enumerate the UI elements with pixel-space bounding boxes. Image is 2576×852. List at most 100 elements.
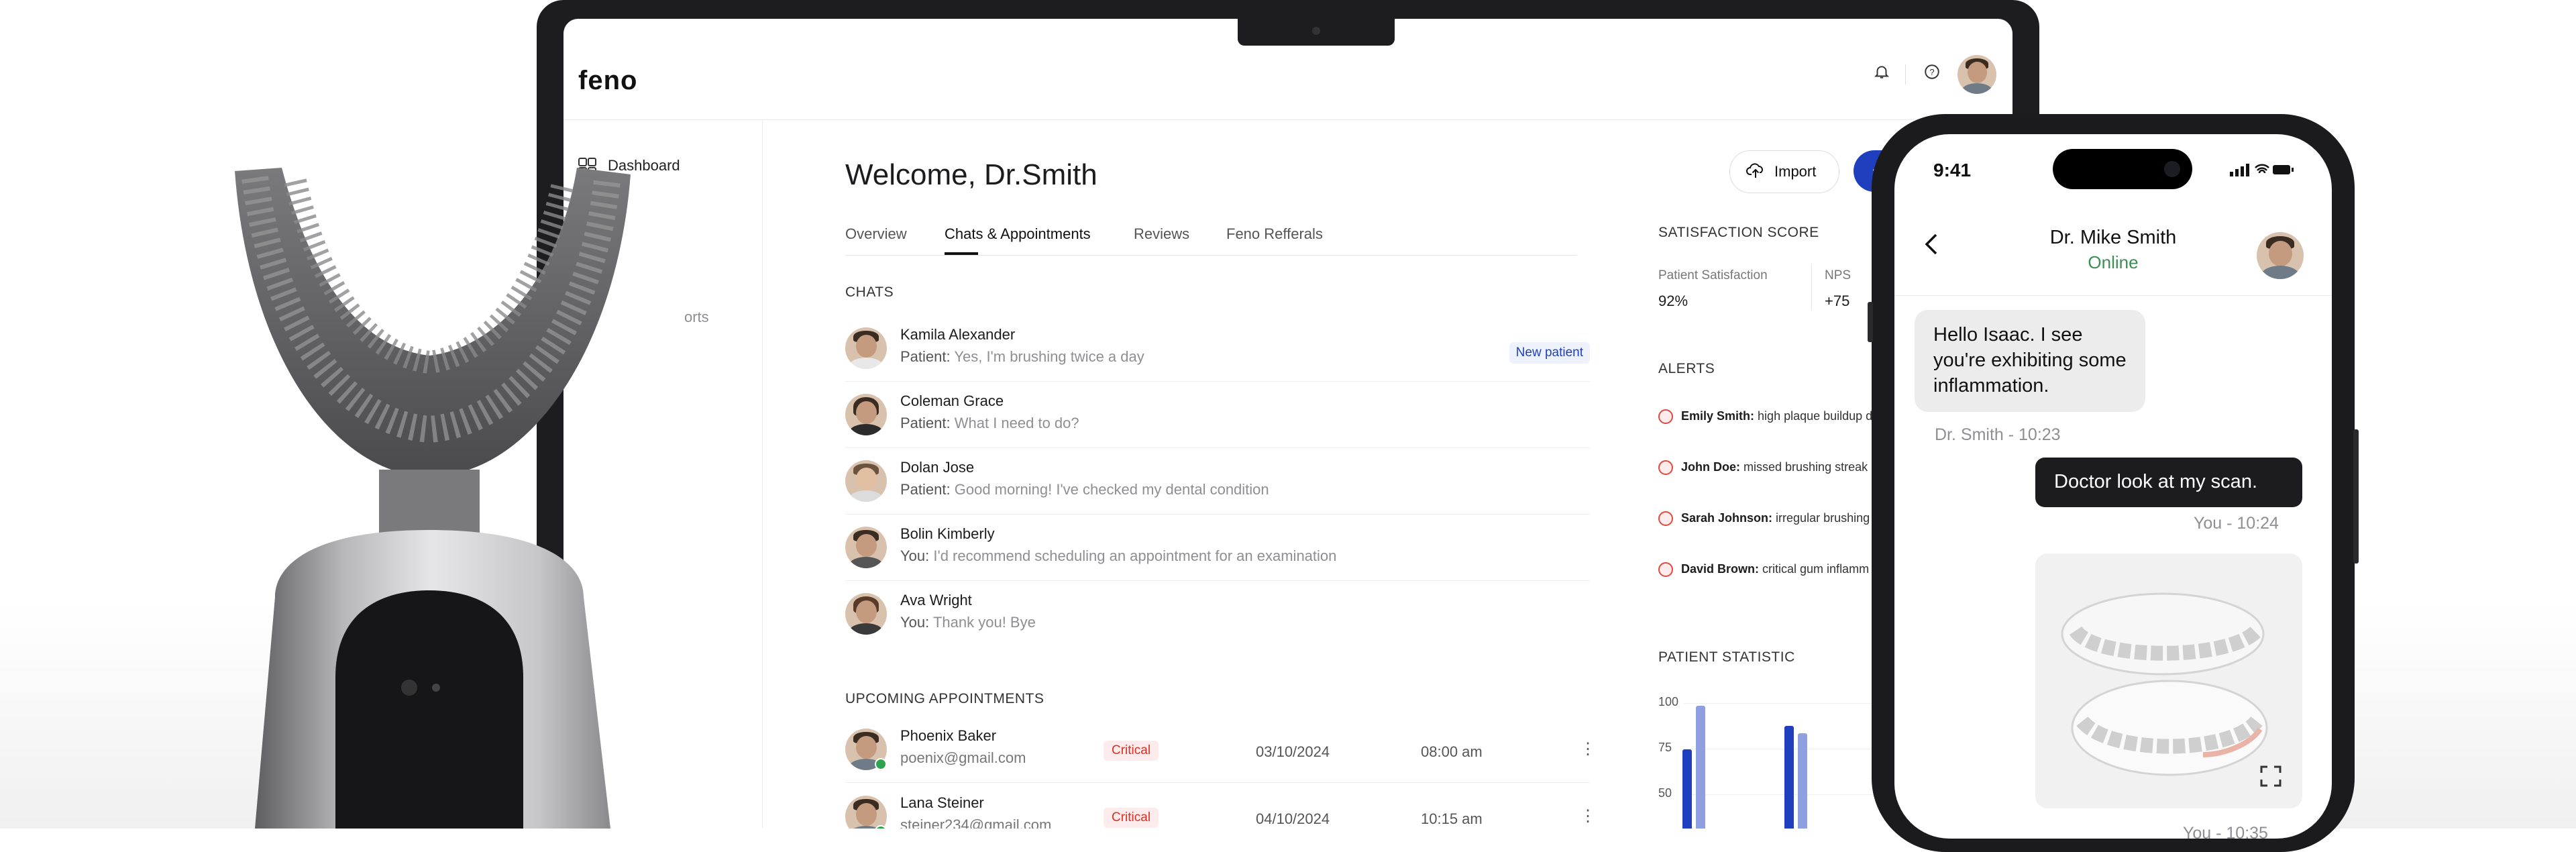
import-button[interactable]: Import [1729,150,1839,193]
chart-bar [1682,749,1692,829]
phone-frame: 9:41 Dr. Mike Smith Online Hello Isaac. … [1868,114,2359,852]
page-title: Welcome, Dr.Smith [845,158,1097,191]
message-meta: Dr. Smith - 10:23 [1935,425,2061,444]
laptop-frame: feno ? Dashboard orts Welcome, Dr.Smith [537,0,2039,829]
y-tick-label: 50 [1658,786,1672,800]
appointment-date: 04/10/2024 [1256,810,1330,827]
appointments-heading: UPCOMING APPOINTMENTS [845,691,1044,706]
active-tab-indicator [945,252,978,255]
status-badge: Critical [1104,808,1159,828]
nps-value: +75 [1825,292,1850,309]
chat-row[interactable]: Dolan Jose Patient: Good morning! I've c… [845,448,1590,515]
status-time: 9:41 [1933,160,1972,180]
message-meta: You - 10:35 [2183,824,2268,839]
new-patient-badge: New patient [1509,342,1590,364]
tab-reviews[interactable]: Reviews [1134,225,1189,243]
chat-row[interactable]: Coleman Grace Patient: What I need to do… [845,382,1590,448]
patient-satisfaction-value: 92% [1658,292,1688,309]
chat-name: Ava Wright [900,592,972,608]
incoming-message: Hello Isaac. I see you're exhibiting som… [1915,310,2145,412]
appointment-row[interactable]: Lana Steiner steiner234@gmail.com Critic… [845,784,1596,829]
bell-icon[interactable] [1872,63,1892,83]
tab-overview[interactable]: Overview [845,225,907,243]
chart-gridline [1684,794,1905,795]
chart-bar [1696,705,1705,829]
chart-bar [1798,733,1807,829]
chats-heading: CHATS [845,284,894,300]
contact-avatar[interactable] [2257,232,2304,279]
chat-preview: Patient: Yes, I'm brushing twice a day [900,348,1144,365]
laptop-screen: feno ? Dashboard orts Welcome, Dr.Smith [564,19,2012,829]
chat-preview: Patient: What I need to do? [900,415,1079,431]
phone-side-button [2353,429,2359,564]
alerts-heading: ALERTS [1658,361,1715,376]
chat-name: Coleman Grace [900,392,1004,409]
kpi-divider [1811,264,1812,311]
chat-row[interactable]: Kamila Alexander Patient: Yes, I'm brush… [845,315,1590,382]
patient-statistic-heading: PATIENT STATISTIC [1658,649,1795,665]
chat-header: Dr. Mike Smith Online [1894,208,2332,296]
more-options-icon[interactable]: ⋮ [1580,739,1596,759]
alert-icon [1658,409,1673,425]
avatar [845,527,887,568]
avatar [845,796,887,829]
chat-row[interactable]: Bolin Kimberly You: I'd recommend schedu… [845,515,1590,581]
top-bar: feno ? [564,46,2012,120]
chart-bar [1784,725,1794,829]
online-status-dot [875,825,887,829]
y-tick-label: 100 [1658,695,1679,708]
outgoing-message: Doctor look at my scan. [2035,458,2302,507]
tab-chats-appointments[interactable]: Chats & Appointments [945,225,1091,243]
alert-icon [1658,460,1673,476]
y-tick-label: 75 [1658,741,1672,754]
alert-item[interactable]: Emily Smith: high plaque buildup d [1658,409,1880,425]
chat-name: Dolan Jose [900,459,975,476]
appointment-time: 10:15 am [1421,810,1483,827]
alert-icon [1658,511,1673,527]
chat-name: Bolin Kimberly [900,525,995,542]
svg-text:?: ? [1929,67,1934,77]
alert-item[interactable]: Sarah Johnson: irregular brushing [1658,511,1880,527]
appointment-email: poenix@gmail.com [900,749,1026,766]
phone-screen: 9:41 Dr. Mike Smith Online Hello Isaac. … [1894,134,2332,839]
topbar-divider [1905,64,1906,85]
cloud-upload-icon [1746,162,1765,184]
sidebar-item-reports[interactable]: orts [684,309,709,326]
avatar [845,394,887,435]
tabs: Overview Chats & Appointments Reviews Fe… [845,221,1576,256]
alert-item[interactable]: David Brown: critical gum inflamm [1658,562,1880,578]
alert-item[interactable]: John Doe: missed brushing streak [1658,460,1880,476]
help-icon[interactable]: ? [1922,63,1942,83]
user-avatar[interactable] [1957,55,1996,94]
chat-preview: You: I'd recommend scheduling an appoint… [900,547,1337,564]
appointment-email: steiner234@gmail.com [900,816,1052,829]
appointment-time: 08:00 am [1421,743,1483,760]
status-badge: Critical [1104,741,1159,761]
laptop-notch [1238,19,1395,46]
online-status-dot [875,758,887,770]
patient-satisfaction-label: Patient Satisfaction [1658,268,1768,282]
appointment-row[interactable]: Phoenix Baker poenix@gmail.com Critical … [845,716,1596,783]
satisfaction-heading: SATISFACTION SCORE [1658,225,1819,240]
status-icons [2230,162,2294,181]
toothbrush-device-image [235,154,671,829]
more-options-icon[interactable]: ⋮ [1580,806,1596,826]
dental-scan-image[interactable] [2035,553,2302,808]
nps-label: NPS [1825,268,1851,282]
chat-preview: You: Thank you! Bye [900,614,1036,631]
chat-name: Kamila Alexander [900,326,1016,343]
alert-icon [1658,562,1673,578]
tab-feno-refferals[interactable]: Feno Refferals [1226,225,1323,243]
chat-preview: Patient: Good morning! I've checked my d… [900,481,1269,498]
appointment-name: Lana Steiner [900,794,984,811]
dynamic-island [2053,149,2192,189]
appointment-name: Phoenix Baker [900,727,997,744]
avatar [845,327,887,369]
phone-side-button [1868,302,1873,342]
avatar [845,593,887,635]
feno-logo: feno [578,66,638,95]
message-meta: You - 10:24 [2194,514,2279,533]
expand-icon[interactable] [2259,765,2282,794]
avatar [845,460,887,502]
chat-row[interactable]: Ava Wright You: Thank you! Bye [845,581,1590,647]
